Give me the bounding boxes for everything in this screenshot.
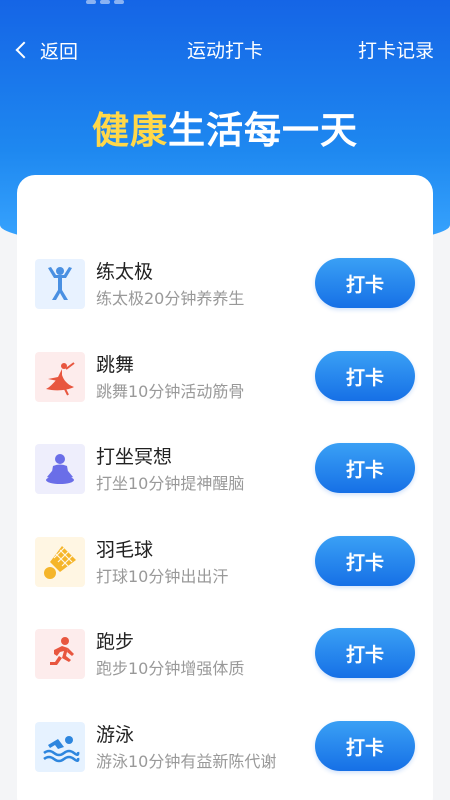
checkin-button[interactable]: 打卡 (315, 628, 415, 678)
activity-name: 练太极 (96, 261, 154, 283)
checkin-button[interactable]: 打卡 (315, 351, 415, 401)
checkin-button[interactable]: 打卡 (315, 443, 415, 493)
checkin-button[interactable]: 打卡 (315, 536, 415, 586)
checkin-button[interactable]: 打卡 (315, 721, 415, 771)
checkin-button[interactable]: 打卡 (315, 258, 415, 308)
activity-desc: 跑步10分钟增强体质 (96, 659, 245, 678)
activity-name: 跳舞 (96, 354, 135, 376)
badminton-icon (35, 537, 85, 587)
taichi-icon (35, 259, 85, 309)
list-item: 羽毛球 打球10分钟出出汗 打卡 (17, 536, 433, 629)
nav-bar: 返回 运动打卡 打卡记录 (0, 28, 450, 72)
activity-desc: 练太极20分钟养养生 (96, 289, 245, 308)
meditation-icon (35, 444, 85, 494)
activity-desc: 打球10分钟出出汗 (96, 567, 229, 586)
list-item: 打坐冥想 打坐10分钟提神醒脑 打卡 (17, 443, 433, 536)
activity-name: 打坐冥想 (96, 446, 173, 468)
running-icon (35, 629, 85, 679)
status-bar (0, 0, 450, 8)
records-link[interactable]: 打卡记录 (358, 36, 434, 63)
headline-highlight: 健康 (92, 109, 168, 152)
activity-desc: 跳舞10分钟活动筋骨 (96, 382, 245, 401)
list-item: 跳舞 跳舞10分钟活动筋骨 打卡 (17, 351, 433, 444)
activity-desc: 游泳10分钟有益新陈代谢 (96, 752, 277, 771)
list-item: 游泳 游泳10分钟有益新陈代谢 打卡 (17, 721, 433, 800)
list-item: 跑步 跑步10分钟增强体质 打卡 (17, 628, 433, 721)
activity-desc: 打坐10分钟提神醒脑 (96, 474, 245, 493)
activity-name: 游泳 (96, 724, 135, 746)
activity-name: 跑步 (96, 631, 135, 653)
swimming-icon (35, 722, 85, 772)
list-item: 练太极 练太极20分钟养养生 打卡 (17, 258, 433, 351)
activity-name: 羽毛球 (96, 539, 154, 561)
headline: 健康生活每一天 (0, 100, 450, 154)
dance-icon (35, 352, 85, 402)
headline-rest: 生活每一天 (168, 109, 358, 152)
